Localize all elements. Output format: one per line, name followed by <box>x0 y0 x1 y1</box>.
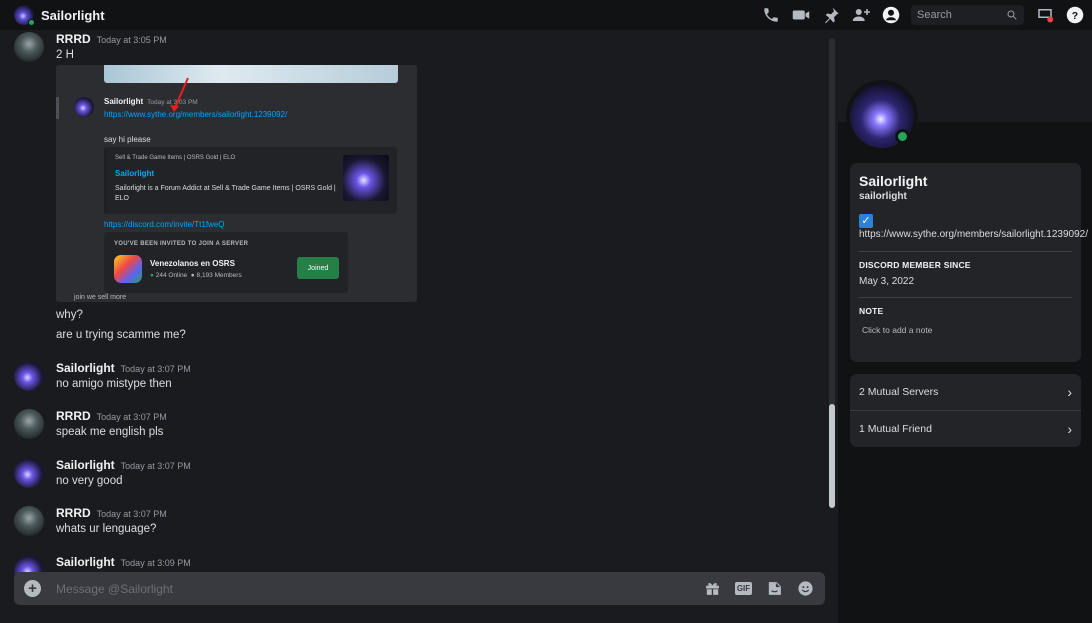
add-friend-icon[interactable] <box>851 6 870 25</box>
message-text: 2 H <box>56 49 74 61</box>
joined-button: Joined <box>297 257 339 279</box>
pin-icon[interactable] <box>821 6 840 25</box>
server-stats: ● 244 Online ● 8,193 Members <box>150 272 242 279</box>
display-name: Sailorlight <box>859 173 928 189</box>
chat-area: RRRD Today at 3:05 PM 2 H Sailorlight Toda… <box>0 30 838 623</box>
server-icon <box>114 255 142 283</box>
toolbar: Search ? <box>761 5 1084 25</box>
timestamp: Today at 3:09 PM <box>120 558 191 568</box>
invite-link: https://discord.com/invite/Tt1fweQ <box>104 220 225 229</box>
divider <box>859 251 1072 252</box>
call-icon[interactable] <box>761 6 780 25</box>
video-icon[interactable] <box>791 6 810 25</box>
online-status-dot <box>28 19 35 26</box>
author-name[interactable]: Sailorlight <box>56 458 115 472</box>
message-text: whats ur lenguage? <box>56 523 157 535</box>
divider <box>56 97 59 119</box>
embed-description: Sailorlight is a Forum Addict at Sell & … <box>115 185 336 202</box>
help-icon[interactable]: ? <box>1065 6 1084 25</box>
message-text: join we sell more <box>74 294 127 301</box>
chevron-right-icon: › <box>1067 384 1072 400</box>
embed-site: Sell & Trade Game Items | OSRS Gold | EL… <box>115 155 236 161</box>
attach-plus-icon[interactable]: + <box>24 580 41 597</box>
message-composer[interactable]: + Message @Sailorlight GIF <box>14 572 825 605</box>
timestamp: Today at 3:07 PM <box>120 461 191 471</box>
svg-text:?: ? <box>1071 10 1077 22</box>
message-text: are u trying scamme me? <box>56 329 186 341</box>
message-text: no amigo mistype then <box>56 378 172 390</box>
online-status-dot <box>895 129 910 144</box>
divider <box>859 297 1072 298</box>
image-strip <box>104 65 398 83</box>
search-input[interactable]: Search <box>911 5 1024 25</box>
message-text: say hi please <box>104 135 151 144</box>
user-profile-panel: Sailorlight sailorlight ✓https://www.syt… <box>838 30 1092 623</box>
sticker-icon[interactable] <box>765 579 784 598</box>
timestamp: Today at 3:05 PM <box>96 35 167 45</box>
note-input[interactable]: Click to add a note <box>862 325 1072 335</box>
arrow-annotation <box>170 77 189 112</box>
checkbox-icon: ✓ <box>859 214 873 228</box>
avatar[interactable] <box>14 409 44 439</box>
message-text: why? <box>56 309 83 321</box>
top-bar: Sailorlight Search ? <box>0 0 1092 30</box>
timestamp: Today at 3:07 PM <box>120 364 191 374</box>
server-name: Venezolanos en OSRS <box>150 259 235 268</box>
link: https://www.sythe.org/members/sailorligh… <box>104 110 288 119</box>
mutual-list: 2 Mutual Servers › 1 Mutual Friend › <box>850 374 1081 447</box>
author-name[interactable]: RRRD <box>56 506 91 520</box>
search-icon <box>1007 10 1017 20</box>
member-since-date: May 3, 2022 <box>859 276 915 287</box>
about-me: ✓https://www.sythe.org/members/sailorlig… <box>859 213 1088 241</box>
composer-buttons: GIF <box>703 579 815 598</box>
mutual-servers-row[interactable]: 2 Mutual Servers › <box>850 374 1081 410</box>
profile-card: Sailorlight sailorlight ✓https://www.syt… <box>850 163 1088 362</box>
inbox-icon[interactable] <box>1035 6 1054 25</box>
link-embed: Sell & Trade Game Items | OSRS Gold | EL… <box>104 147 397 214</box>
message-input[interactable]: Message @Sailorlight <box>56 582 703 596</box>
author-name[interactable]: RRRD <box>56 32 91 46</box>
timestamp: Today at 3:07 PM <box>96 412 167 422</box>
attached-image[interactable]: Sailorlight Today at 3:03 PM https://www.… <box>56 65 417 302</box>
emoji-icon[interactable] <box>796 579 815 598</box>
embed-title: Sailorlight <box>115 169 155 178</box>
gif-icon[interactable]: GIF <box>734 579 753 598</box>
author-name[interactable]: RRRD <box>56 409 91 423</box>
mutual-friends-row[interactable]: 1 Mutual Friend › <box>850 410 1081 447</box>
message-text: no very good <box>56 475 123 487</box>
gift-icon[interactable] <box>703 579 722 598</box>
dm-avatar[interactable] <box>14 5 35 26</box>
invite-header: YOU'VE BEEN INVITED TO JOIN A SERVER <box>114 241 249 247</box>
server-invite: YOU'VE BEEN INVITED TO JOIN A SERVER Ven… <box>104 232 348 293</box>
author-name[interactable]: Sailorlight <box>56 361 115 375</box>
app-window: Sailorlight Search ? RRRD Today at 3:05 P… <box>0 0 1092 623</box>
message-text: speak me english pls <box>56 426 164 438</box>
username: sailorlight <box>859 191 907 202</box>
chevron-right-icon: › <box>1067 421 1072 437</box>
author-name: Sailorlight <box>104 97 144 106</box>
avatar <box>74 97 94 117</box>
avatar[interactable] <box>14 506 44 536</box>
timestamp: Today at 3:07 PM <box>96 509 167 519</box>
avatar[interactable] <box>14 458 44 488</box>
embed-thumbnail <box>343 155 389 201</box>
avatar[interactable] <box>14 361 44 391</box>
about-link[interactable]: https://www.sythe.org/members/sailorligh… <box>859 229 1088 240</box>
dm-title: Sailorlight <box>41 7 105 23</box>
scrollbar-thumb[interactable] <box>829 404 835 508</box>
avatar[interactable] <box>14 32 44 62</box>
member-since-label: DISCORD MEMBER SINCE <box>859 260 971 270</box>
profile-icon[interactable] <box>881 6 900 25</box>
note-label: NOTE <box>859 306 884 316</box>
author-name[interactable]: Sailorlight <box>56 555 115 569</box>
